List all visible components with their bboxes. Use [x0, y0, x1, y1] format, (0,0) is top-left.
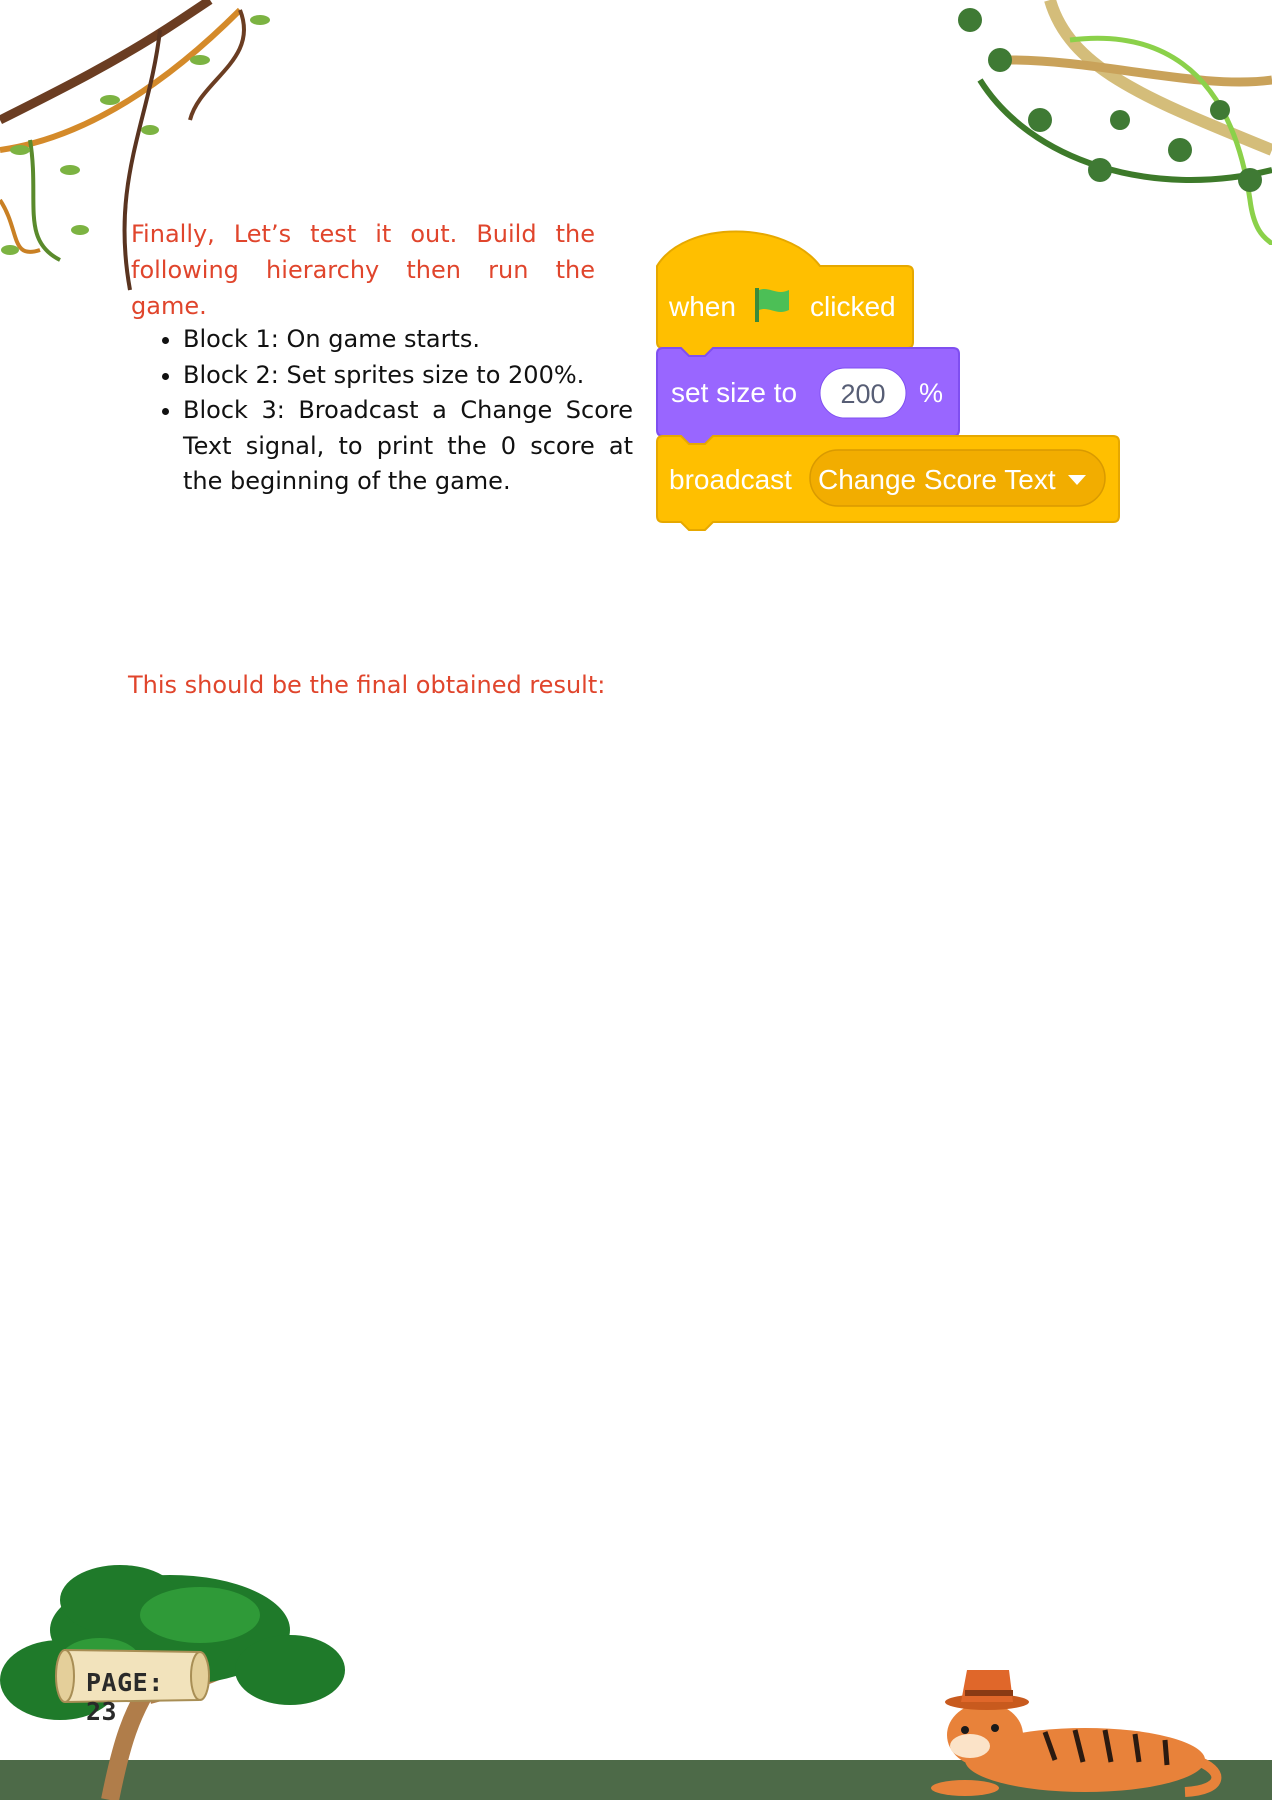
clicked-label: clicked: [810, 291, 896, 322]
when-flag-clicked-block: when clicked: [656, 230, 914, 357]
intro-text: Finally, Let’s test it out. Build the fo…: [131, 220, 595, 320]
vines-top-right: [958, 0, 1272, 246]
broadcast-message: Change Score Text: [818, 464, 1056, 495]
scratch-block-stack: when clicked set size to 200 % broadcast…: [656, 230, 1120, 531]
result-heading: This should be the final obtained result…: [128, 671, 606, 699]
size-value: 200: [840, 379, 885, 409]
set-size-label: set size to: [671, 377, 797, 408]
set-size-block: set size to 200 %: [656, 347, 960, 445]
broadcast-block: broadcast Change Score Text: [656, 435, 1120, 531]
instruction-list: Block 1: On game starts. Block 2: Set sp…: [145, 322, 633, 500]
broadcast-label: broadcast: [669, 464, 792, 495]
page-number: PAGE: 23: [86, 1668, 164, 1726]
when-label: when: [668, 291, 736, 322]
size-unit: %: [919, 378, 943, 408]
hat-icon: [945, 1670, 1029, 1710]
list-item: Block 1: On game starts.: [183, 322, 633, 358]
list-item: Block 3: Broadcast a Change Score Text s…: [183, 393, 633, 500]
list-item: Block 2: Set sprites size to 200%.: [183, 358, 633, 394]
tiger-illustration: [931, 1670, 1222, 1797]
